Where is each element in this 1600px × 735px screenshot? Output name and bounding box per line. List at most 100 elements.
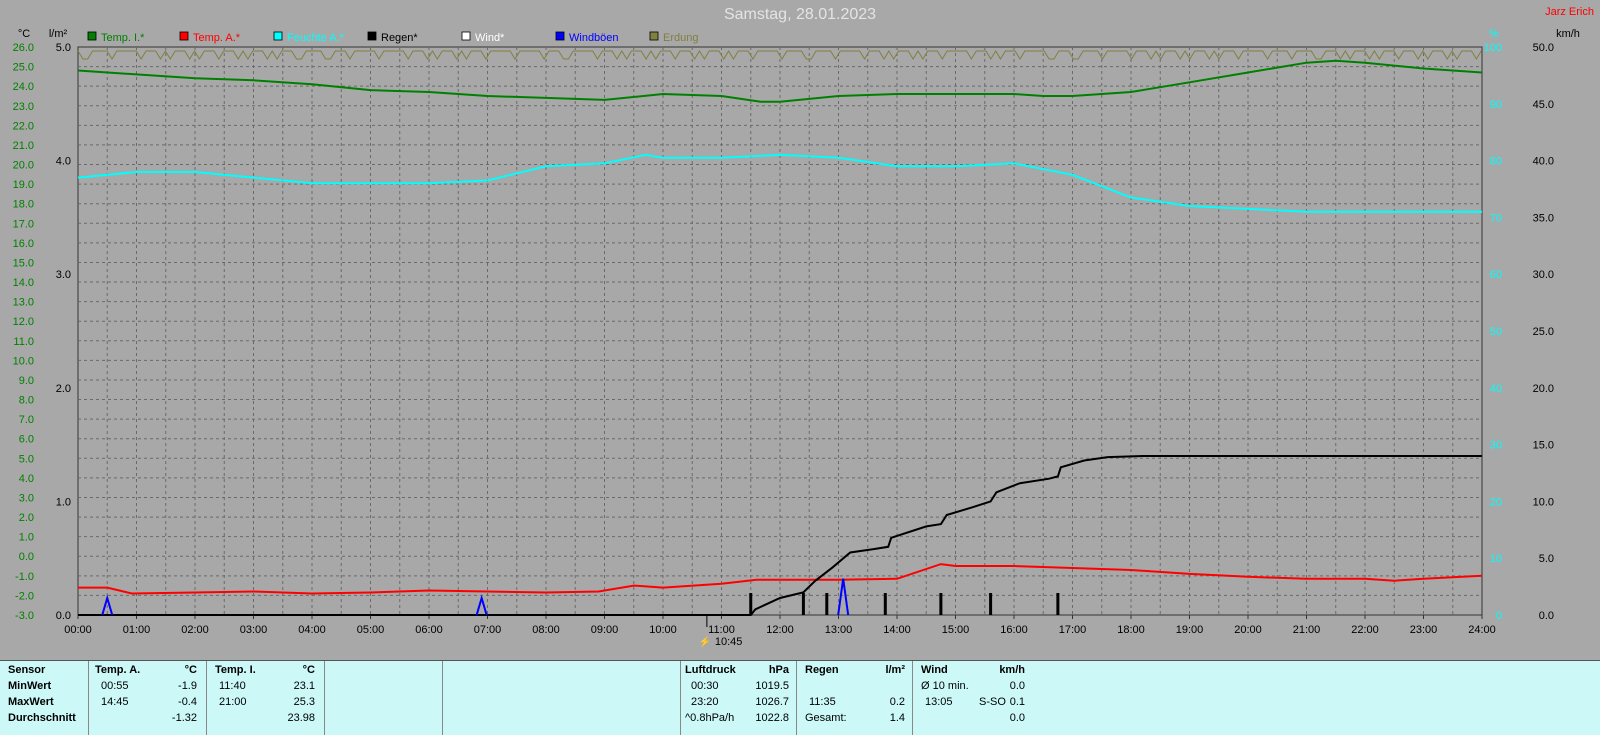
temp-i-max-value: 25.3 — [293, 696, 315, 708]
temp-tick-label: -1.0 — [15, 571, 34, 583]
temp-tick-label: 23.0 — [13, 101, 34, 113]
row-label-min: MinWert — [8, 680, 52, 692]
pressure-min-value: 1019.5 — [755, 680, 789, 692]
pressure-unit: hPa — [768, 664, 789, 676]
humidity-tick-label: 30 — [1490, 440, 1502, 452]
x-tick-label: 00:00 — [64, 624, 92, 636]
temp-i-header: Temp. I. — [215, 664, 256, 676]
rain-tick-label: 4.0 — [56, 156, 71, 168]
chart-title: Samstag, 28.01.2023 — [723, 6, 877, 23]
legend-label: Temp. I.* — [101, 32, 145, 44]
legend-label: Erdung — [663, 32, 698, 44]
temp-i-min-value: 23.1 — [293, 680, 315, 692]
humidity-tick-label: 50 — [1490, 326, 1502, 338]
rain-tick-label: 2.0 — [56, 383, 71, 395]
rain-tick-label: 3.0 — [56, 269, 71, 281]
temp-tick-label: 12.0 — [13, 316, 34, 328]
legend-swatch — [367, 31, 377, 41]
temp-i-min-time: 11:40 — [219, 680, 246, 692]
humidity-tick-label: 70 — [1490, 212, 1502, 224]
sensor-header: Sensor — [8, 664, 46, 676]
humidity-tick-label: 100 — [1484, 42, 1502, 54]
temp-tick-label: 15.0 — [13, 257, 34, 269]
wind-tick-label: 30.0 — [1533, 269, 1554, 281]
x-tick-label: 08:00 — [532, 624, 560, 636]
wind-last-value: 0.0 — [1009, 712, 1025, 724]
wind-avg-value: 0.0 — [1009, 680, 1025, 692]
temp-a-unit: °C — [184, 664, 197, 676]
stats-panel: Sensor MinWert MaxWert Durchschnitt Temp… — [0, 660, 1600, 735]
temp-tick-label: 18.0 — [13, 199, 34, 211]
legend-swatch — [87, 31, 97, 41]
rain-unit-label: l/m² — [49, 28, 68, 40]
rain-tick-label: 0.0 — [56, 610, 71, 622]
x-tick-label: 01:00 — [123, 624, 151, 636]
temp-a-min-value: -1.9 — [178, 680, 197, 692]
rain-total-label: Gesamt: — [805, 712, 847, 724]
x-tick-label: 12:00 — [766, 624, 794, 636]
x-tick-label: 16:00 — [1000, 624, 1028, 636]
wind-tick-label: 40.0 — [1533, 156, 1554, 168]
temp-a-min-time: 00:55 — [101, 680, 129, 692]
legend-label: Regen* — [381, 32, 418, 44]
empty-column-2 — [442, 661, 679, 735]
temp-tick-label: 22.0 — [13, 120, 34, 132]
humidity-unit-label: % — [1489, 28, 1499, 40]
rain-tick-label: 5.0 — [56, 42, 71, 54]
rain-tick-label: 1.0 — [56, 496, 71, 508]
x-tick-label: 13:00 — [825, 624, 853, 636]
x-tick-label: 07:00 — [474, 624, 502, 636]
temp-tick-label: 10.0 — [13, 355, 34, 367]
x-tick-label: 18:00 — [1117, 624, 1145, 636]
temp-tick-label: 3.0 — [19, 492, 34, 504]
temp-a-column: Temp. A. °C 00:55 -1.9 14:45 -0.4 -1.32 — [88, 661, 205, 735]
legend-label: Temp. A.* — [193, 32, 241, 44]
wind-max-time: 13:05 — [925, 696, 953, 708]
wind-tick-label: 35.0 — [1533, 212, 1554, 224]
temp-i-avg-value: 23.98 — [287, 712, 315, 724]
temp-tick-label: 14.0 — [13, 277, 34, 289]
time-marker-label: 10:45 — [715, 636, 743, 648]
pressure-trend: ^0.8hPa/h — [685, 712, 735, 724]
sensor-column: Sensor MinWert MaxWert Durchschnitt — [0, 661, 86, 735]
weather-chart: 26.0 25.0 24.0 23.0 22.0 21.0 20.0 19.0 18.0 17.0… — [13, 28, 1580, 648]
temp-tick-label: 21.0 — [13, 140, 34, 152]
temp-unit-label: °C — [18, 28, 30, 40]
temp-tick-label: 16.0 — [13, 238, 34, 250]
x-tick-label: 04:00 — [298, 624, 326, 636]
empty-column-1 — [324, 661, 441, 735]
temp-tick-label: 1.0 — [19, 532, 34, 544]
x-tick-label: 19:00 — [1176, 624, 1204, 636]
temp-tick-label: 25.0 — [13, 62, 34, 74]
legend-swatch — [273, 31, 283, 41]
humidity-tick-label: 90 — [1490, 99, 1502, 111]
wind-tick-label: 10.0 — [1533, 496, 1554, 508]
humidity-tick-label: 80 — [1490, 156, 1502, 168]
rain-header: Regen — [805, 664, 839, 676]
x-tick-label: 11:00 — [708, 624, 735, 636]
rain-unit: l/m² — [885, 664, 905, 676]
temp-tick-label: 20.0 — [13, 160, 34, 172]
temp-tick-label: 2.0 — [19, 512, 34, 524]
legend-swatch — [555, 31, 565, 41]
wind-max-dir: S-SO — [979, 696, 1006, 708]
pressure-min-time: 00:30 — [691, 680, 719, 692]
x-tick-label: 06:00 — [415, 624, 443, 636]
temp-tick-label: 5.0 — [19, 453, 34, 465]
temp-i-unit: °C — [302, 664, 315, 676]
temp-tick-label: 13.0 — [13, 297, 34, 309]
legend-label: Wind* — [475, 32, 505, 44]
temp-tick-label: 17.0 — [13, 218, 34, 230]
humidity-tick-label: 10 — [1490, 553, 1502, 565]
temp-a-avg-value: -1.32 — [171, 712, 197, 724]
humidity-tick-label: 60 — [1490, 269, 1502, 281]
legend-swatch — [649, 31, 659, 41]
temp-tick-label: 7.0 — [19, 414, 34, 426]
x-tick-label: 21:00 — [1293, 624, 1321, 636]
author-label: Jarz Erich — [1545, 6, 1594, 18]
pressure-header: Luftdruck — [685, 664, 736, 676]
wind-tick-label: 45.0 — [1533, 99, 1554, 111]
x-tick-label: 24:00 — [1468, 624, 1496, 636]
legend-swatch — [461, 31, 471, 41]
temp-tick-label: -2.0 — [15, 590, 34, 602]
